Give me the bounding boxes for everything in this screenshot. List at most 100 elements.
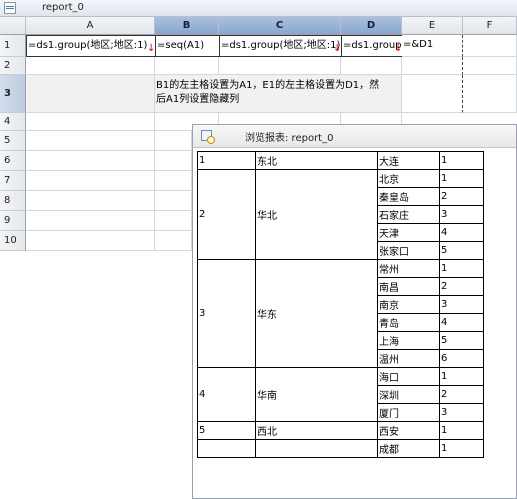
- city-cell: 常州: [377, 259, 440, 278]
- expand-down-arrow-icon: ↓: [147, 43, 156, 54]
- region-cell: 华东: [255, 259, 378, 368]
- column-header-e[interactable]: E: [402, 17, 463, 35]
- city-index-cell: 3: [439, 295, 484, 314]
- city-cell: 北京: [377, 169, 440, 188]
- seq-cell: 4: [197, 367, 256, 422]
- city-cell: 张家口: [377, 241, 440, 260]
- report-row: 5 西北 西安 1: [197, 421, 484, 440]
- report-row: 3 华东 常州 1: [197, 259, 484, 368]
- region-cell: 西北: [255, 421, 378, 440]
- cell-a5[interactable]: [26, 131, 155, 151]
- cell-b7[interactable]: [155, 171, 192, 191]
- cell-b3-merged[interactable]: B1的左主格设置为A1，E1的左主格设置为D1，然 后A1列设置隐藏列: [155, 75, 402, 113]
- grid-corner[interactable]: [0, 17, 26, 35]
- note-line-1: B1的左主格设置为A1，E1的左主格设置为D1，然: [156, 80, 380, 91]
- seq-cell: [197, 439, 256, 458]
- city-cell: 厦门: [377, 403, 440, 422]
- cell-e3[interactable]: [402, 75, 463, 113]
- city-cell: 深圳: [377, 385, 440, 404]
- city-index-cell: 5: [439, 331, 484, 350]
- cell-a6[interactable]: [26, 151, 155, 171]
- cell-a10[interactable]: [26, 231, 155, 251]
- cell-f3[interactable]: [463, 75, 517, 113]
- cell-a1[interactable]: =ds1.group(地区;地区:1): [26, 35, 156, 57]
- column-header-b[interactable]: B: [155, 17, 219, 35]
- region-cell: 华南: [255, 367, 378, 422]
- row-header-6[interactable]: 6: [0, 151, 26, 171]
- cell-a7[interactable]: [26, 171, 155, 191]
- city-index-cell: 6: [439, 349, 484, 368]
- city-index-cell: 1: [439, 421, 484, 440]
- cell-c1[interactable]: =ds1.group(地区;地区:1): [219, 35, 342, 57]
- cell-b5[interactable]: [155, 131, 192, 151]
- cell-b2[interactable]: [155, 57, 219, 75]
- cell-e2[interactable]: [402, 57, 463, 75]
- cell-a8[interactable]: [26, 191, 155, 211]
- cell-b6[interactable]: [155, 151, 192, 171]
- cell-a3[interactable]: [26, 75, 155, 113]
- expand-down-arrow-icon: ↓: [333, 43, 342, 54]
- preview-title: 浏览报表: report_0: [245, 133, 334, 144]
- seq-cell: 1: [197, 151, 256, 170]
- column-header-d[interactable]: D: [341, 17, 402, 35]
- expand-down-arrow-icon: ↓: [394, 43, 403, 54]
- cell-c2[interactable]: [219, 57, 341, 75]
- cell-f2[interactable]: [463, 57, 517, 75]
- city-cell: 成都: [377, 439, 440, 458]
- city-cell: 大连: [377, 151, 440, 170]
- window-title: report_0: [42, 2, 84, 13]
- cell-d2[interactable]: [341, 57, 402, 75]
- city-index-cell: 1: [439, 151, 484, 170]
- city-cell: 西安: [377, 421, 440, 440]
- row-header-9[interactable]: 9: [0, 211, 26, 231]
- seq-cell: 2: [197, 169, 256, 260]
- city-index-cell: 1: [439, 169, 484, 188]
- row-header-2[interactable]: 2: [0, 57, 26, 75]
- cell-a9[interactable]: [26, 211, 155, 231]
- cell-a2[interactable]: [26, 57, 155, 75]
- city-cell: 南京: [377, 295, 440, 314]
- region-cell: 华北: [255, 169, 378, 260]
- city-cell: 南昌: [377, 277, 440, 296]
- city-cell: 上海: [377, 331, 440, 350]
- city-index-cell: 1: [439, 367, 484, 386]
- note-line-2: 后A1列设置隐藏列: [156, 94, 240, 105]
- preview-title-bar[interactable]: 浏览报表: report_0: [193, 125, 516, 148]
- city-index-cell: 5: [439, 241, 484, 260]
- city-index-cell: 1: [439, 439, 484, 458]
- report-row: 4 华南 海口 1: [197, 367, 484, 422]
- city-index-cell: 4: [439, 313, 484, 332]
- cell-f1[interactable]: [463, 35, 517, 57]
- column-header-a[interactable]: A: [26, 17, 155, 35]
- row-header-1[interactable]: 1: [0, 35, 26, 57]
- row-header-3[interactable]: 3: [0, 75, 26, 113]
- city-index-cell: 1: [439, 259, 484, 278]
- preview-window[interactable]: 浏览报表: report_0 1 东北 大连 1 2 华北 北京 1 秦皇岛 2 石家庄 3 天津 4 张家…: [192, 124, 517, 499]
- city-cell: 石家庄: [377, 205, 440, 224]
- region-cell: 东北: [255, 151, 378, 170]
- row-header-5[interactable]: 5: [0, 131, 26, 151]
- row-header-8[interactable]: 8: [0, 191, 26, 211]
- preview-report-icon: [201, 130, 215, 144]
- seq-cell: 3: [197, 259, 256, 368]
- cell-b9[interactable]: [155, 211, 192, 231]
- window-title-bar: report_0: [0, 0, 517, 17]
- cell-e1[interactable]: =&D1: [402, 35, 463, 57]
- report-table: 1 东北 大连 1 2 华北 北京 1 秦皇岛 2 石家庄 3 天津 4 张家口 5 3 华东 常州 1 南昌 2 南京 3 青…: [197, 151, 484, 458]
- region-cell: [255, 439, 378, 458]
- row-header-4[interactable]: 4: [0, 113, 26, 131]
- cell-b8[interactable]: [155, 191, 192, 211]
- city-cell: 天津: [377, 223, 440, 242]
- row-header-7[interactable]: 7: [0, 171, 26, 191]
- cell-b1[interactable]: =seq(A1): [155, 35, 220, 57]
- column-header-c[interactable]: C: [219, 17, 341, 35]
- row-header-10[interactable]: 10: [0, 231, 26, 251]
- cell-a4[interactable]: [26, 113, 155, 131]
- city-index-cell: 4: [439, 223, 484, 242]
- column-header-f[interactable]: F: [463, 17, 517, 35]
- cell-b10[interactable]: [155, 231, 192, 251]
- city-index-cell: 2: [439, 187, 484, 206]
- city-cell: 海口: [377, 367, 440, 386]
- report-row: 2 华北 北京 1: [197, 169, 484, 260]
- report-row: 成都 1: [197, 439, 484, 458]
